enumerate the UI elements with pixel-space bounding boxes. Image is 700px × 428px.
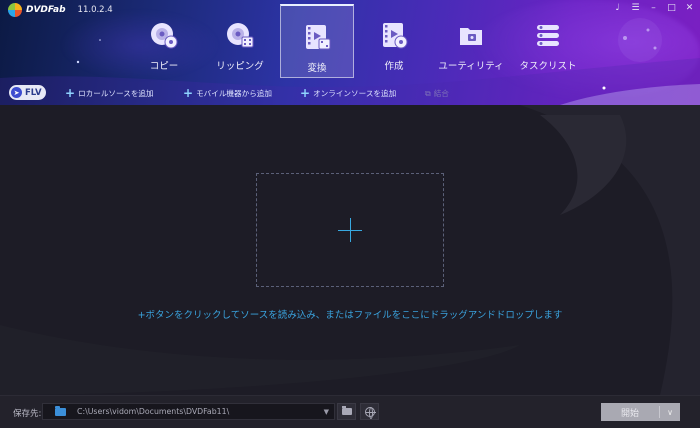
tab-ripping[interactable]: リッピング: [203, 4, 277, 78]
add-online-source-button[interactable]: + オンラインソースを追加: [300, 86, 397, 100]
tab-label: タスクリスト: [519, 61, 577, 72]
merge-label: 結合: [433, 89, 449, 98]
profile-label: FLV: [25, 87, 42, 98]
film-create-icon: [383, 23, 408, 49]
drop-hint-text: +ボタンをクリックしてソースを読み込み、またはファイルをここにドラッグアンドドロ…: [137, 310, 563, 321]
tab-utility[interactable]: ユーティリティ: [434, 4, 508, 78]
plus-icon: +: [300, 86, 311, 100]
add-from-mobile-button[interactable]: + モバイル機器から追加: [183, 86, 272, 100]
arrow-right-icon: ➤: [11, 87, 22, 98]
main-tabs: コピー リッピング 変換 作成 ユーティリティ タスクリスト: [128, 4, 588, 78]
open-folder-icon: [341, 406, 352, 415]
tab-task-list[interactable]: タスクリスト: [511, 4, 585, 78]
start-options-chevron-icon[interactable]: ∨: [660, 408, 680, 417]
tab-convert[interactable]: 変換: [280, 4, 354, 78]
add-online-source-label: オンラインソースを追加: [313, 89, 397, 98]
close-icon[interactable]: ✕: [685, 3, 694, 13]
restore-icon[interactable]: □: [667, 3, 676, 13]
bell-icon[interactable]: ♩: [613, 3, 622, 13]
globe-icon: [364, 406, 376, 419]
source-toolbar: ➤ FLV + ロカールソースを追加 + モバイル機器から追加 + オンラインソ…: [0, 82, 700, 104]
header: DVDFab 11.0.2.4 ♩ ☰ – □ ✕ コピー リッピング 変換 作…: [0, 0, 700, 105]
tab-label: リッピング: [216, 61, 264, 72]
app-name: DVDFab: [26, 5, 66, 15]
profile-selector[interactable]: ➤ FLV: [9, 85, 46, 100]
dvdfab-logo-icon: [8, 3, 22, 17]
add-local-source-label: ロカールソースを追加: [78, 89, 154, 98]
source-area[interactable]: +ボタンをクリックしてソースを読み込み、またはファイルをここにドラッグアンドドロ…: [0, 105, 700, 395]
film-convert-icon: [306, 25, 331, 50]
window-controls: ♩ ☰ – □ ✕: [613, 3, 694, 13]
merge-button[interactable]: ⧉ 結合: [425, 88, 449, 99]
save-path-value: C:\Users\vidom\Documents\DVDFab11\: [77, 407, 230, 416]
add-from-mobile-label: モバイル機器から追加: [196, 89, 272, 98]
disc-rip-icon: [227, 23, 254, 48]
drop-zone[interactable]: [256, 173, 444, 287]
app-brand: DVDFab 11.0.2.4: [8, 3, 113, 17]
add-local-source-button[interactable]: + ロカールソースを追加: [65, 86, 154, 100]
plus-icon: +: [65, 86, 76, 100]
footer-bar: 保存先: C:\Users\vidom\Documents\DVDFab11\ …: [0, 395, 700, 428]
tab-label: 変換: [307, 63, 327, 74]
start-button[interactable]: 開始 ∨: [601, 403, 680, 421]
dvdfab-window: DVDFab 11.0.2.4 ♩ ☰ – □ ✕ コピー リッピング 変換 作…: [0, 0, 700, 428]
tab-label: 作成: [384, 61, 404, 72]
minimize-icon[interactable]: –: [649, 3, 658, 13]
merge-icon: ⧉: [425, 88, 431, 98]
tab-create[interactable]: 作成: [357, 4, 431, 78]
plus-icon: +: [183, 86, 194, 100]
disc-copy-icon: [151, 23, 178, 49]
chevron-down-icon[interactable]: ▼: [324, 408, 329, 416]
toolbox-icon: [460, 28, 482, 45]
folder-icon: [55, 405, 66, 416]
save-path-dropdown[interactable]: C:\Users\vidom\Documents\DVDFab11\ ▼: [42, 403, 335, 420]
save-to-label: 保存先:: [13, 409, 42, 419]
add-source-plus-icon[interactable]: [257, 174, 443, 286]
tab-label: ユーティリティ: [438, 61, 504, 72]
tab-copy[interactable]: コピー: [128, 4, 200, 78]
settings-icon[interactable]: ☰: [631, 3, 640, 13]
task-list-icon: [537, 25, 559, 46]
app-version: 11.0.2.4: [77, 5, 113, 15]
start-label: 開始: [620, 408, 639, 419]
browse-folder-button[interactable]: [337, 403, 356, 420]
online-location-button[interactable]: [360, 403, 379, 420]
tab-label: コピー: [149, 61, 179, 72]
